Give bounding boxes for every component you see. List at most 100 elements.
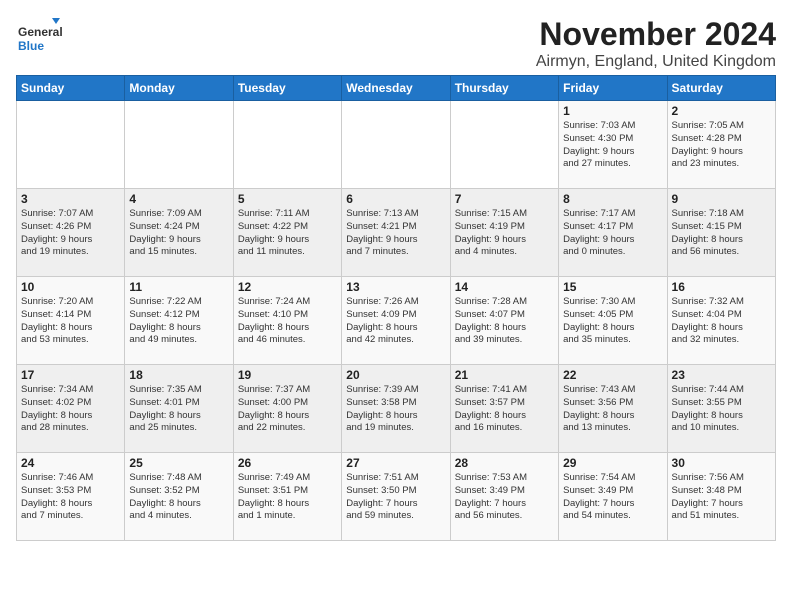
day-number: 3 [21, 192, 120, 206]
day-number: 13 [346, 280, 445, 294]
calendar-cell: 3 Sunrise: 7:07 AM Sunset: 4:26 PM Daylig… [17, 189, 125, 277]
day-number: 1 [563, 104, 662, 118]
day-info: Sunrise: 7:09 AM Sunset: 4:24 PM Dayligh… [129, 208, 228, 259]
calendar-cell: 11 Sunrise: 7:22 AM Sunset: 4:12 PM Dayli… [125, 277, 233, 365]
calendar-cell: 12 Sunrise: 7:24 AM Sunset: 4:10 PM Dayli… [233, 277, 341, 365]
day-number: 21 [455, 368, 554, 382]
day-info: Sunrise: 7:46 AM Sunset: 3:53 PM Dayligh… [21, 472, 120, 523]
day-number: 22 [563, 368, 662, 382]
calendar-cell: 22Sunrise: 7:43 AM Sunset: 3:56 PM Dayli… [559, 365, 667, 453]
day-number: 2 [672, 104, 771, 118]
day-number: 25 [129, 456, 228, 470]
calendar-cell: 4 Sunrise: 7:09 AM Sunset: 4:24 PM Daylig… [125, 189, 233, 277]
calendar-cell: 25 Sunrise: 7:48 AM Sunset: 3:52 PM Dayli… [125, 453, 233, 541]
calendar-cell: 15 Sunrise: 7:30 AM Sunset: 4:05 PM Dayli… [559, 277, 667, 365]
calendar-week-row: 24 Sunrise: 7:46 AM Sunset: 3:53 PM Dayli… [17, 453, 776, 541]
location: Airmyn, England, United Kingdom [536, 53, 776, 71]
calendar-cell: 28 Sunrise: 7:53 AM Sunset: 3:49 PM Dayli… [450, 453, 558, 541]
day-info: Sunrise: 7:53 AM Sunset: 3:49 PM Dayligh… [455, 472, 554, 523]
calendar-week-row: 17 Sunrise: 7:34 AM Sunset: 4:02 PM Dayli… [17, 365, 776, 453]
day-info: Sunrise: 7:37 AM Sunset: 4:00 PM Dayligh… [238, 384, 337, 435]
month-year: November 2024 [536, 16, 776, 53]
day-info: Sunrise: 7:49 AM Sunset: 3:51 PM Dayligh… [238, 472, 337, 523]
day-info: Sunrise: 7:24 AM Sunset: 4:10 PM Dayligh… [238, 296, 337, 347]
calendar-cell: 1 Sunrise: 7:03 AM Sunset: 4:30 PM Daylig… [559, 101, 667, 189]
calendar-cell: 19 Sunrise: 7:37 AM Sunset: 4:00 PM Dayli… [233, 365, 341, 453]
calendar-table: SundayMondayTuesdayWednesdayThursdayFrid… [16, 75, 776, 541]
day-number: 27 [346, 456, 445, 470]
weekday-header: Wednesday [342, 76, 450, 101]
day-number: 29 [563, 456, 662, 470]
logo-svg: General Blue [16, 16, 62, 62]
day-info: Sunrise: 7:18 AM Sunset: 4:15 PM Dayligh… [672, 208, 771, 259]
calendar-cell: 14 Sunrise: 7:28 AM Sunset: 4:07 PM Dayli… [450, 277, 558, 365]
day-number: 11 [129, 280, 228, 294]
day-info: Sunrise: 7:32 AM Sunset: 4:04 PM Dayligh… [672, 296, 771, 347]
calendar-cell: 30Sunrise: 7:56 AM Sunset: 3:48 PM Dayli… [667, 453, 775, 541]
svg-text:General: General [18, 25, 62, 39]
day-info: Sunrise: 7:22 AM Sunset: 4:12 PM Dayligh… [129, 296, 228, 347]
day-number: 15 [563, 280, 662, 294]
day-number: 23 [672, 368, 771, 382]
day-number: 19 [238, 368, 337, 382]
calendar-cell: 7Sunrise: 7:15 AM Sunset: 4:19 PM Daylig… [450, 189, 558, 277]
svg-text:Blue: Blue [18, 39, 44, 53]
day-info: Sunrise: 7:11 AM Sunset: 4:22 PM Dayligh… [238, 208, 337, 259]
day-number: 10 [21, 280, 120, 294]
day-number: 12 [238, 280, 337, 294]
calendar-cell: 13 Sunrise: 7:26 AM Sunset: 4:09 PM Dayli… [342, 277, 450, 365]
day-info: Sunrise: 7:39 AM Sunset: 3:58 PM Dayligh… [346, 384, 445, 435]
day-info: Sunrise: 7:05 AM Sunset: 4:28 PM Dayligh… [672, 120, 771, 171]
calendar-cell: 6 Sunrise: 7:13 AM Sunset: 4:21 PM Daylig… [342, 189, 450, 277]
day-info: Sunrise: 7:34 AM Sunset: 4:02 PM Dayligh… [21, 384, 120, 435]
calendar-cell: 16 Sunrise: 7:32 AM Sunset: 4:04 PM Dayli… [667, 277, 775, 365]
weekday-header: Tuesday [233, 76, 341, 101]
day-info: Sunrise: 7:03 AM Sunset: 4:30 PM Dayligh… [563, 120, 662, 171]
day-info: Sunrise: 7:07 AM Sunset: 4:26 PM Dayligh… [21, 208, 120, 259]
day-info: Sunrise: 7:44 AM Sunset: 3:55 PM Dayligh… [672, 384, 771, 435]
day-number: 16 [672, 280, 771, 294]
weekday-header: Thursday [450, 76, 558, 101]
calendar-cell: 23 Sunrise: 7:44 AM Sunset: 3:55 PM Dayli… [667, 365, 775, 453]
calendar-cell [450, 101, 558, 189]
day-number: 9 [672, 192, 771, 206]
calendar-cell [342, 101, 450, 189]
day-number: 20 [346, 368, 445, 382]
day-number: 6 [346, 192, 445, 206]
calendar-cell: 2 Sunrise: 7:05 AM Sunset: 4:28 PM Daylig… [667, 101, 775, 189]
day-info: Sunrise: 7:26 AM Sunset: 4:09 PM Dayligh… [346, 296, 445, 347]
day-info: Sunrise: 7:28 AM Sunset: 4:07 PM Dayligh… [455, 296, 554, 347]
day-info: Sunrise: 7:56 AM Sunset: 3:48 PM Dayligh… [672, 472, 771, 523]
day-info: Sunrise: 7:51 AM Sunset: 3:50 PM Dayligh… [346, 472, 445, 523]
day-number: 8 [563, 192, 662, 206]
page-header: General Blue November 2024 Airmyn, Engla… [16, 16, 776, 71]
day-number: 17 [21, 368, 120, 382]
weekday-header: Saturday [667, 76, 775, 101]
day-number: 4 [129, 192, 228, 206]
day-number: 26 [238, 456, 337, 470]
calendar-cell: 9 Sunrise: 7:18 AM Sunset: 4:15 PM Daylig… [667, 189, 775, 277]
day-number: 24 [21, 456, 120, 470]
day-number: 7 [455, 192, 554, 206]
calendar-cell: 20 Sunrise: 7:39 AM Sunset: 3:58 PM Dayli… [342, 365, 450, 453]
day-number: 18 [129, 368, 228, 382]
logo: General Blue [16, 16, 62, 62]
calendar-cell [233, 101, 341, 189]
calendar-cell: 18 Sunrise: 7:35 AM Sunset: 4:01 PM Dayli… [125, 365, 233, 453]
weekday-header: Sunday [17, 76, 125, 101]
calendar-cell: 29Sunrise: 7:54 AM Sunset: 3:49 PM Dayli… [559, 453, 667, 541]
day-info: Sunrise: 7:35 AM Sunset: 4:01 PM Dayligh… [129, 384, 228, 435]
calendar-cell: 21Sunrise: 7:41 AM Sunset: 3:57 PM Dayli… [450, 365, 558, 453]
day-info: Sunrise: 7:48 AM Sunset: 3:52 PM Dayligh… [129, 472, 228, 523]
calendar-cell: 26 Sunrise: 7:49 AM Sunset: 3:51 PM Dayli… [233, 453, 341, 541]
calendar-cell: 10Sunrise: 7:20 AM Sunset: 4:14 PM Dayli… [17, 277, 125, 365]
calendar-cell: 17 Sunrise: 7:34 AM Sunset: 4:02 PM Dayli… [17, 365, 125, 453]
day-info: Sunrise: 7:30 AM Sunset: 4:05 PM Dayligh… [563, 296, 662, 347]
calendar-cell: 8Sunrise: 7:17 AM Sunset: 4:17 PM Daylig… [559, 189, 667, 277]
weekday-header: Monday [125, 76, 233, 101]
day-number: 14 [455, 280, 554, 294]
day-number: 28 [455, 456, 554, 470]
calendar-week-row: 10Sunrise: 7:20 AM Sunset: 4:14 PM Dayli… [17, 277, 776, 365]
calendar-week-row: 1 Sunrise: 7:03 AM Sunset: 4:30 PM Daylig… [17, 101, 776, 189]
day-info: Sunrise: 7:13 AM Sunset: 4:21 PM Dayligh… [346, 208, 445, 259]
